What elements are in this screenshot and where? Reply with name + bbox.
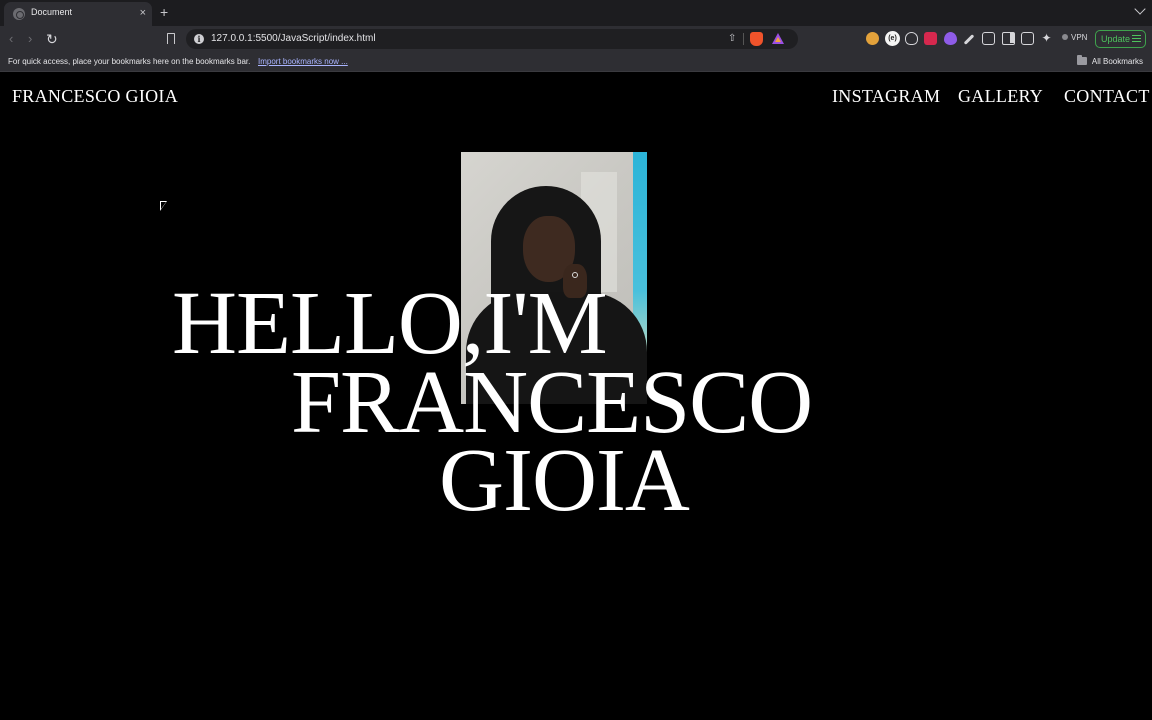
bookmark-icon[interactable] — [167, 33, 175, 44]
site-brand[interactable]: FRANCESCO GIOIA — [12, 86, 178, 107]
chevron-down-icon[interactable] — [1134, 3, 1146, 15]
wallet-icon[interactable] — [1021, 32, 1034, 45]
nav-instagram[interactable]: INSTAGRAM — [832, 86, 940, 107]
globe-icon — [13, 8, 25, 20]
puzzle-icon[interactable] — [982, 32, 995, 45]
folder-icon — [1077, 55, 1087, 65]
brave-shield-icon[interactable] — [750, 32, 763, 46]
vpn-button[interactable]: VPN — [1062, 33, 1087, 42]
brain-extension-icon[interactable] — [905, 32, 918, 45]
menu-icon — [1132, 35, 1141, 42]
back-arrow-icon[interactable]: ‹ — [9, 32, 13, 46]
cookie-extension-icon[interactable] — [866, 32, 879, 45]
extension-badge-icon[interactable]: (e) — [885, 31, 900, 46]
reload-icon[interactable]: ↻ — [46, 32, 58, 46]
nav-gallery[interactable]: GALLERY — [958, 86, 1043, 107]
update-label: Update — [1101, 34, 1131, 44]
bookmarks-bar: For quick access, place your bookmarks h… — [0, 52, 1152, 72]
import-bookmarks-link[interactable]: Import bookmarks now ... — [258, 57, 348, 66]
tab-strip: Document × + — [0, 0, 1152, 26]
vpn-status-icon — [1062, 34, 1068, 40]
browser-toolbar: ‹ › ↻ i 127.0.0.1:5500/JavaScript/index.… — [0, 26, 1152, 52]
brave-rewards-icon[interactable] — [772, 33, 784, 44]
tab-title: Document — [31, 7, 73, 17]
url-text[interactable]: 127.0.0.1:5500/JavaScript/index.html — [211, 33, 376, 44]
droplet-extension-icon[interactable] — [944, 32, 957, 45]
sidebar-icon[interactable] — [1002, 32, 1015, 45]
sparkle-icon[interactable]: ✦ — [1040, 32, 1053, 45]
vpn-label: VPN — [1071, 33, 1088, 42]
eyedropper-icon[interactable] — [963, 34, 975, 45]
update-button[interactable]: Update — [1095, 30, 1146, 48]
hero-heading-line-3: GIOIA — [439, 431, 690, 530]
browser-tab[interactable]: Document × — [4, 2, 152, 26]
bookmarks-hint: For quick access, place your bookmarks h… — [8, 57, 251, 66]
red-extension-icon[interactable] — [924, 32, 937, 45]
divider — [743, 33, 744, 45]
forward-arrow-icon[interactable]: › — [28, 32, 32, 46]
new-tab-button[interactable]: + — [160, 4, 168, 20]
info-icon[interactable]: i — [194, 34, 204, 44]
address-bar[interactable]: i 127.0.0.1:5500/JavaScript/index.html ⇧ — [186, 29, 798, 49]
web-page: FRANCESCO GIOIA INSTAGRAM GALLERY CONTAC… — [0, 73, 1152, 720]
share-icon[interactable]: ⇧ — [728, 33, 736, 44]
mouse-cursor-icon — [160, 201, 167, 211]
close-tab-icon[interactable]: × — [140, 6, 146, 20]
nav-contact[interactable]: CONTACT — [1064, 86, 1150, 107]
all-bookmarks-button[interactable]: All Bookmarks — [1092, 57, 1143, 66]
